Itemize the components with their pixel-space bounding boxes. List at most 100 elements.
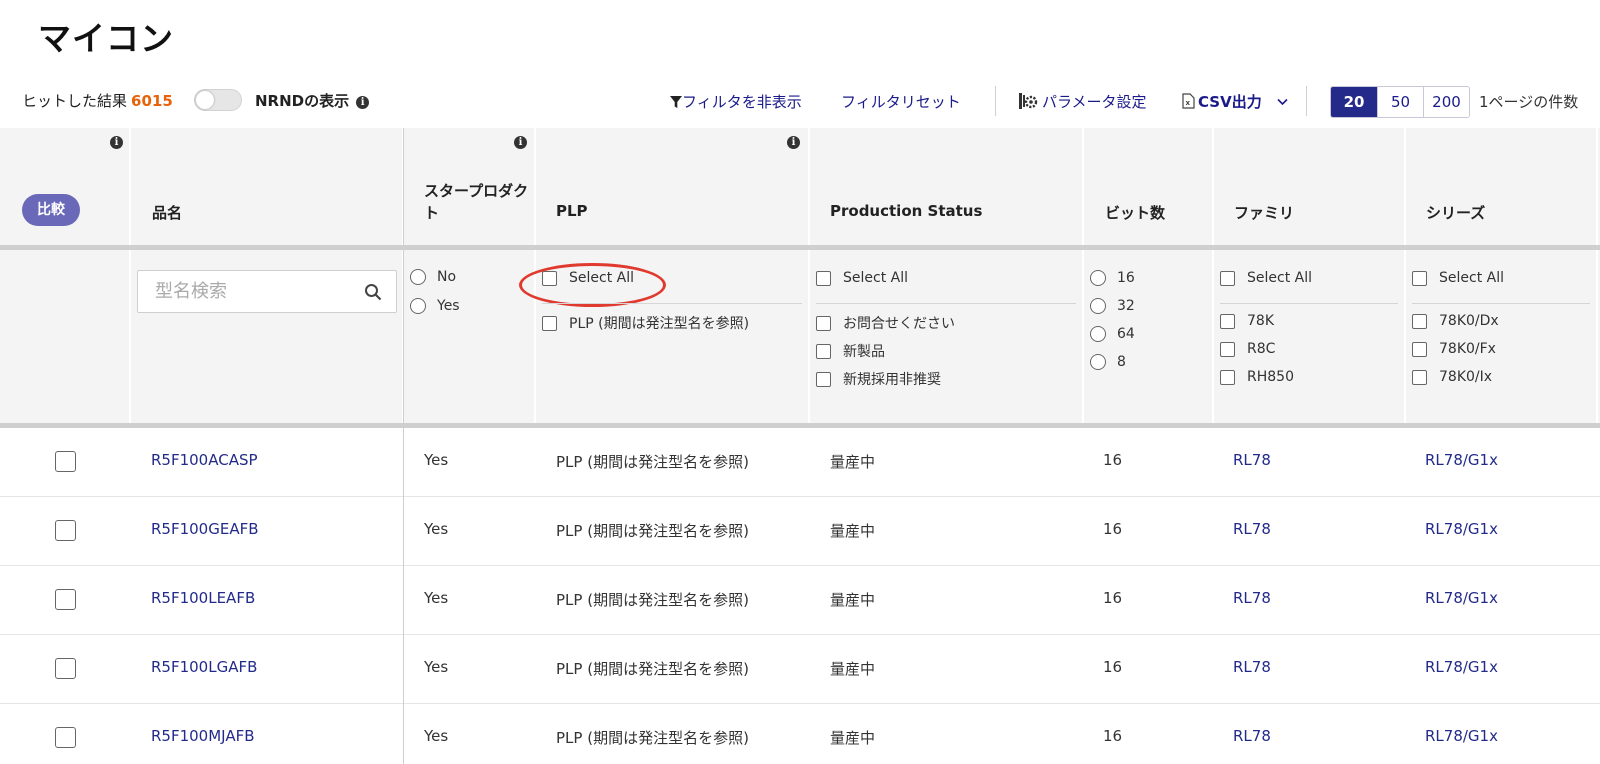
bits-radio[interactable]: 64 bbox=[1090, 326, 1135, 342]
hide-filter-link[interactable]: フィルタを非表示 bbox=[670, 91, 802, 112]
column-header-production-status[interactable]: Production Status bbox=[830, 202, 982, 220]
star-product-value: Yes bbox=[424, 658, 449, 676]
part-name-link[interactable]: R5F100LGAFB bbox=[151, 658, 257, 676]
option-divider bbox=[542, 303, 802, 304]
checkbox[interactable] bbox=[1220, 313, 1235, 329]
radio-button[interactable] bbox=[410, 269, 426, 285]
csv-output-dropdown[interactable]: x CSV出力 bbox=[1182, 91, 1288, 112]
reset-filter-link[interactable]: フィルタリセット bbox=[841, 91, 961, 112]
status-option[interactable]: 新製品 bbox=[816, 341, 885, 361]
checkbox[interactable] bbox=[1412, 313, 1427, 329]
radio-button[interactable] bbox=[1090, 326, 1106, 342]
column-header-name[interactable]: 品名 bbox=[152, 202, 182, 223]
part-name-link[interactable]: R5F100ACASP bbox=[151, 451, 258, 469]
status-value: 量産中 bbox=[830, 591, 876, 609]
page-size-option[interactable]: 200 bbox=[1423, 87, 1469, 117]
star-product-radio-yes[interactable]: Yes bbox=[410, 298, 460, 314]
nrnd-toggle[interactable] bbox=[194, 89, 242, 111]
family-option[interactable]: R8C bbox=[1220, 341, 1275, 357]
family-link[interactable]: RL78 bbox=[1233, 589, 1271, 607]
checkbox-label: 78K bbox=[1247, 313, 1274, 329]
page-size-option[interactable]: 20 bbox=[1331, 87, 1377, 117]
plp-option[interactable]: PLP (期間は発注型名を参照) bbox=[542, 313, 749, 333]
part-name-link[interactable]: R5F100GEAFB bbox=[151, 520, 259, 538]
series-link[interactable]: RL78/G1x bbox=[1425, 589, 1498, 607]
row-checkbox[interactable] bbox=[55, 520, 76, 541]
checkbox[interactable] bbox=[816, 270, 831, 286]
part-name-link[interactable]: R5F100LEAFB bbox=[151, 589, 255, 607]
series-option[interactable]: 78K0/Fx bbox=[1412, 341, 1496, 357]
option-divider bbox=[816, 303, 1076, 304]
column-separator bbox=[1212, 250, 1214, 423]
compare-button[interactable]: 比較 bbox=[22, 194, 80, 226]
family-link[interactable]: RL78 bbox=[1233, 451, 1271, 469]
bits-value: 16 bbox=[1103, 520, 1123, 538]
checkbox[interactable] bbox=[816, 343, 831, 359]
series-option[interactable]: 78K0/Dx bbox=[1412, 313, 1499, 329]
star-product-value: Yes bbox=[424, 589, 449, 607]
series-link[interactable]: RL78/G1x bbox=[1425, 520, 1498, 538]
toolbar: ヒットした結果 6015 NRNDの表示 i フィルタを非表示 フィルタリセット パ… bbox=[0, 82, 1600, 122]
series-link[interactable]: RL78/G1x bbox=[1425, 658, 1498, 676]
row-checkbox[interactable] bbox=[55, 451, 76, 472]
bits-radio[interactable]: 16 bbox=[1090, 270, 1135, 286]
star-product-radio-no[interactable]: No bbox=[410, 269, 456, 285]
page-size-option[interactable]: 50 bbox=[1377, 87, 1423, 117]
toolbar-divider bbox=[1306, 86, 1307, 116]
checkbox[interactable] bbox=[1412, 341, 1427, 357]
status-select-all[interactable]: Select All bbox=[816, 270, 908, 286]
checkbox[interactable] bbox=[542, 315, 557, 331]
plp-value: PLP (期間は発注型名を参照) bbox=[556, 453, 749, 471]
bits-radio[interactable]: 8 bbox=[1090, 354, 1126, 370]
checkbox[interactable] bbox=[1412, 369, 1427, 385]
column-header-bits[interactable]: ビット数 bbox=[1105, 202, 1165, 223]
series-link[interactable]: RL78/G1x bbox=[1425, 727, 1498, 745]
part-name-link[interactable]: R5F100MJAFB bbox=[151, 727, 255, 745]
family-link[interactable]: RL78 bbox=[1233, 658, 1271, 676]
family-option[interactable]: 78K bbox=[1220, 313, 1274, 329]
table-row: R5F100MJAFB Yes PLP (期間は発注型名を参照) 量産中 16 … bbox=[0, 704, 1600, 764]
series-select-all[interactable]: Select All bbox=[1412, 270, 1504, 286]
bits-value: 16 bbox=[1103, 658, 1123, 676]
checkbox[interactable] bbox=[816, 315, 831, 331]
param-settings-link[interactable]: パラメータ設定 bbox=[1018, 91, 1147, 112]
row-checkbox[interactable] bbox=[55, 658, 76, 679]
plp-value: PLP (期間は発注型名を参照) bbox=[556, 729, 749, 747]
column-header-plp[interactable]: PLP bbox=[556, 202, 588, 220]
series-link[interactable]: RL78/G1x bbox=[1425, 451, 1498, 469]
checkbox[interactable] bbox=[1412, 270, 1427, 286]
family-option[interactable]: RH850 bbox=[1220, 369, 1294, 385]
info-icon[interactable]: i bbox=[787, 136, 800, 149]
row-checkbox[interactable] bbox=[55, 727, 76, 748]
status-option[interactable]: 新規採用非推奨 bbox=[816, 369, 941, 389]
info-icon[interactable]: i bbox=[110, 136, 123, 149]
plp-value: PLP (期間は発注型名を参照) bbox=[556, 522, 749, 540]
checkbox[interactable] bbox=[1220, 341, 1235, 357]
column-header-family[interactable]: ファミリ bbox=[1234, 202, 1294, 223]
family-link[interactable]: RL78 bbox=[1233, 727, 1271, 745]
status-value: 量産中 bbox=[830, 660, 876, 678]
search-icon[interactable] bbox=[364, 283, 382, 301]
checkbox[interactable] bbox=[1220, 270, 1235, 286]
info-icon[interactable]: i bbox=[356, 96, 370, 109]
family-select-all[interactable]: Select All bbox=[1220, 270, 1312, 286]
radio-button[interactable] bbox=[1090, 298, 1106, 314]
column-header-star-product[interactable]: スタープロダクト bbox=[424, 180, 532, 224]
radio-button[interactable] bbox=[1090, 270, 1106, 286]
checkbox[interactable] bbox=[1220, 369, 1235, 385]
radio-button[interactable] bbox=[410, 298, 426, 314]
column-header-series[interactable]: シリーズ bbox=[1426, 202, 1485, 223]
family-link[interactable]: RL78 bbox=[1233, 520, 1271, 538]
bits-radio[interactable]: 32 bbox=[1090, 298, 1135, 314]
status-option[interactable]: お問合せください bbox=[816, 313, 955, 333]
column-separator bbox=[1596, 128, 1598, 245]
row-checkbox[interactable] bbox=[55, 589, 76, 610]
radio-button[interactable] bbox=[1090, 354, 1106, 370]
part-search-input[interactable] bbox=[138, 271, 348, 312]
radio-label: No bbox=[437, 269, 457, 285]
column-separator bbox=[1404, 128, 1406, 245]
checkbox[interactable] bbox=[816, 371, 831, 387]
series-option[interactable]: 78K0/Ix bbox=[1412, 369, 1492, 385]
info-icon[interactable]: i bbox=[514, 136, 527, 149]
column-separator bbox=[1404, 250, 1406, 423]
